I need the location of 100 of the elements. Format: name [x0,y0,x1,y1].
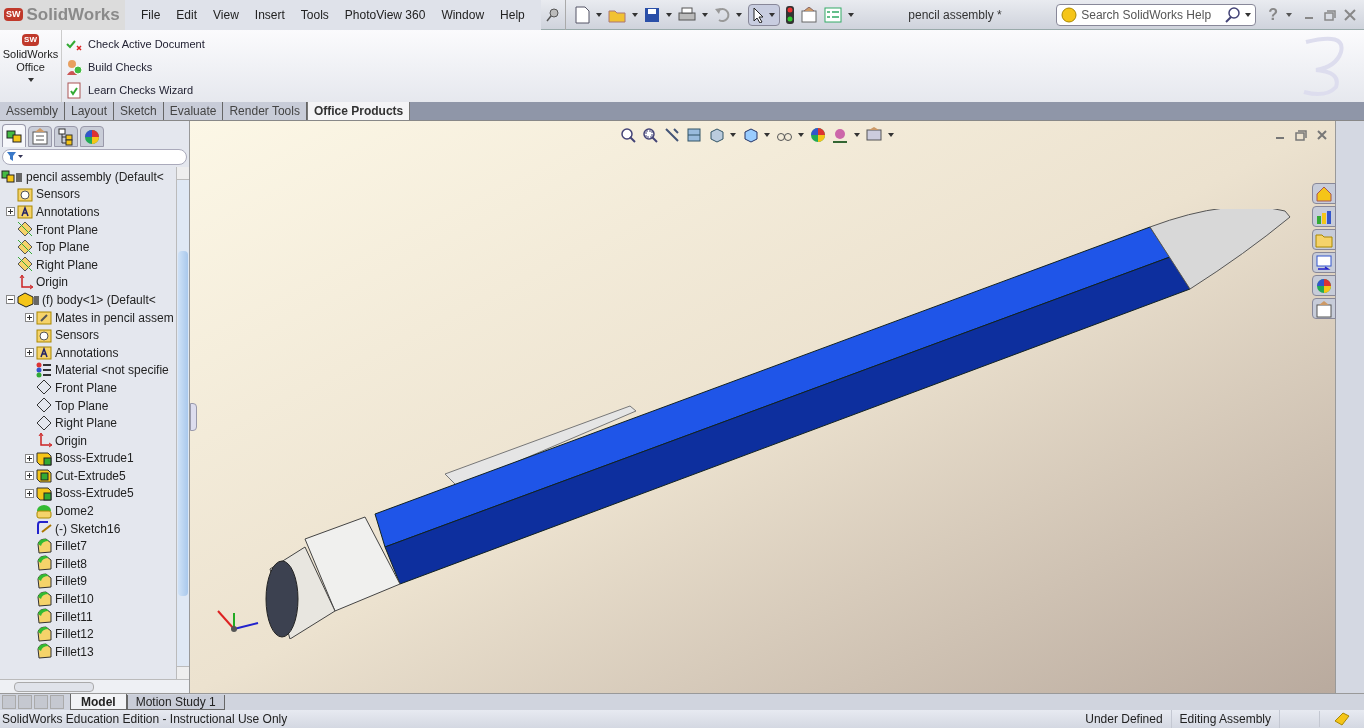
tree-item[interactable]: Dome2 [0,502,176,520]
restore-icon[interactable] [1324,8,1336,21]
expand-icon[interactable] [26,472,33,480]
menu-item[interactable]: Help [492,5,533,24]
tree-item[interactable]: Front Plane [0,379,176,397]
menu-item[interactable]: Edit [168,5,206,24]
task-pane-tab[interactable] [1312,183,1336,204]
save-icon[interactable] [643,6,660,23]
task-pane-tab[interactable] [1312,206,1336,227]
caret-icon[interactable] [798,133,804,137]
expand-icon[interactable] [26,454,33,462]
task-pane-tab[interactable] [1312,275,1336,296]
appearance-icon[interactable] [810,127,826,143]
horizontal-scrollbar[interactable] [0,679,189,693]
tree-item[interactable]: Fillet13 [0,643,176,661]
scene-icon[interactable] [832,127,848,143]
bottom-tab[interactable]: Motion Study 1 [126,695,225,710]
tree-item[interactable]: Front Plane [0,220,176,239]
new-document-icon[interactable] [573,5,590,24]
menu-item[interactable]: Tools [292,5,337,24]
expand-icon[interactable] [26,490,33,497]
resize-handle[interactable] [190,403,197,431]
caret-icon[interactable] [631,12,638,17]
tree-item[interactable]: Cut-Extrude5 [0,467,176,485]
caret-icon[interactable] [665,12,672,17]
caret-icon[interactable] [730,133,736,137]
tree-item[interactable]: (f) body<1> (Default< [0,291,176,309]
tree-item[interactable]: Fillet10 [0,590,176,608]
tree-item[interactable]: Material <not specifie [0,361,176,380]
search-field[interactable]: Search SolidWorks Help [1056,3,1257,26]
select-button[interactable] [747,3,780,26]
caret-icon[interactable] [701,12,708,17]
caret-icon[interactable] [888,133,894,137]
caret-icon[interactable] [847,12,854,17]
tree-item[interactable]: Top Plane [0,238,176,256]
task-pane-tab[interactable] [1312,298,1336,319]
caret-icon[interactable] [595,12,602,17]
panel-tab[interactable] [28,126,52,147]
restore-icon[interactable] [1295,129,1307,141]
tree-item[interactable]: Boss-Extrude5 [0,484,176,503]
tree-item[interactable]: Sensors [0,185,176,204]
view-orientation-icon[interactable] [708,127,724,143]
tree-item[interactable]: Right Plane [0,414,176,432]
panel-tab[interactable] [54,126,78,147]
ribbon-tab[interactable]: Render Tools [223,102,307,120]
tree-item[interactable]: Right Plane [0,255,176,274]
tree-item[interactable]: Origin [0,431,176,450]
tree-item[interactable]: Origin [0,273,176,292]
traffic-light-icon[interactable] [785,5,794,24]
panel-tab[interactable] [80,126,104,147]
tree-item[interactable]: Top Plane [0,396,176,415]
ribbon-tab[interactable]: Evaluate [163,102,224,120]
graphics-viewport[interactable] [190,121,1335,693]
options-icon[interactable] [799,6,818,23]
tree-item[interactable]: Annotations [0,203,176,221]
tree-item[interactable]: pencil assembly (Default< [0,168,176,186]
menu-item[interactable]: PhotoView 360 [336,5,434,24]
close-icon[interactable] [1317,130,1327,140]
menu-item[interactable]: View [205,5,247,24]
menu-item[interactable]: Window [433,5,493,24]
tree-item[interactable]: Boss-Extrude1 [0,449,176,468]
caret-icon[interactable] [764,133,770,137]
tree-item[interactable]: Fillet11 [0,607,176,626]
ribbon-command[interactable]: Build Checks [66,57,213,77]
vertical-scrollbar[interactable] [176,167,189,679]
ribbon-tab[interactable]: Assembly [0,102,65,120]
tag-icon[interactable] [1334,712,1350,726]
caret-icon[interactable] [1286,12,1292,17]
ribbon-tab[interactable]: Sketch [114,102,164,120]
view-settings-icon[interactable] [866,127,882,143]
tree-item[interactable]: Fillet7 [0,537,176,556]
caret-icon[interactable] [735,12,742,17]
expand-icon[interactable] [26,314,33,322]
zoom-area-icon[interactable] [642,127,658,143]
menu-item[interactable]: File [133,5,169,24]
tree-item[interactable]: Fillet9 [0,572,176,591]
expand-icon[interactable] [26,349,33,357]
tree-item[interactable]: Annotations [0,343,176,362]
task-pane-tab[interactable] [1312,252,1336,273]
ribbon-tab[interactable]: Layout [65,102,115,120]
pin-icon[interactable] [544,6,561,23]
menu-item[interactable]: Insert [246,5,293,24]
display-style-icon[interactable] [742,127,758,143]
zoom-icon[interactable] [620,127,636,143]
previous-view-icon[interactable] [664,127,680,143]
ribbon-command[interactable]: Check Active Document [66,34,213,54]
section-view-icon[interactable] [686,127,702,143]
checklist-icon[interactable] [823,6,842,23]
tree-item[interactable]: Fillet12 [0,625,176,644]
tree-item[interactable]: Sensors [0,326,176,344]
filter-field[interactable] [2,149,187,165]
print-icon[interactable] [677,6,696,23]
expand-icon[interactable] [7,208,14,216]
tree-item[interactable]: Fillet8 [0,555,176,573]
close-icon[interactable] [1344,8,1356,21]
bottom-tab[interactable]: Model [70,694,127,710]
panel-tab[interactable] [2,124,26,147]
caret-icon[interactable] [854,133,860,137]
ribbon-command[interactable]: Learn Checks Wizard [66,80,213,100]
tree-item[interactable]: Mates in pencil assem [0,308,176,327]
